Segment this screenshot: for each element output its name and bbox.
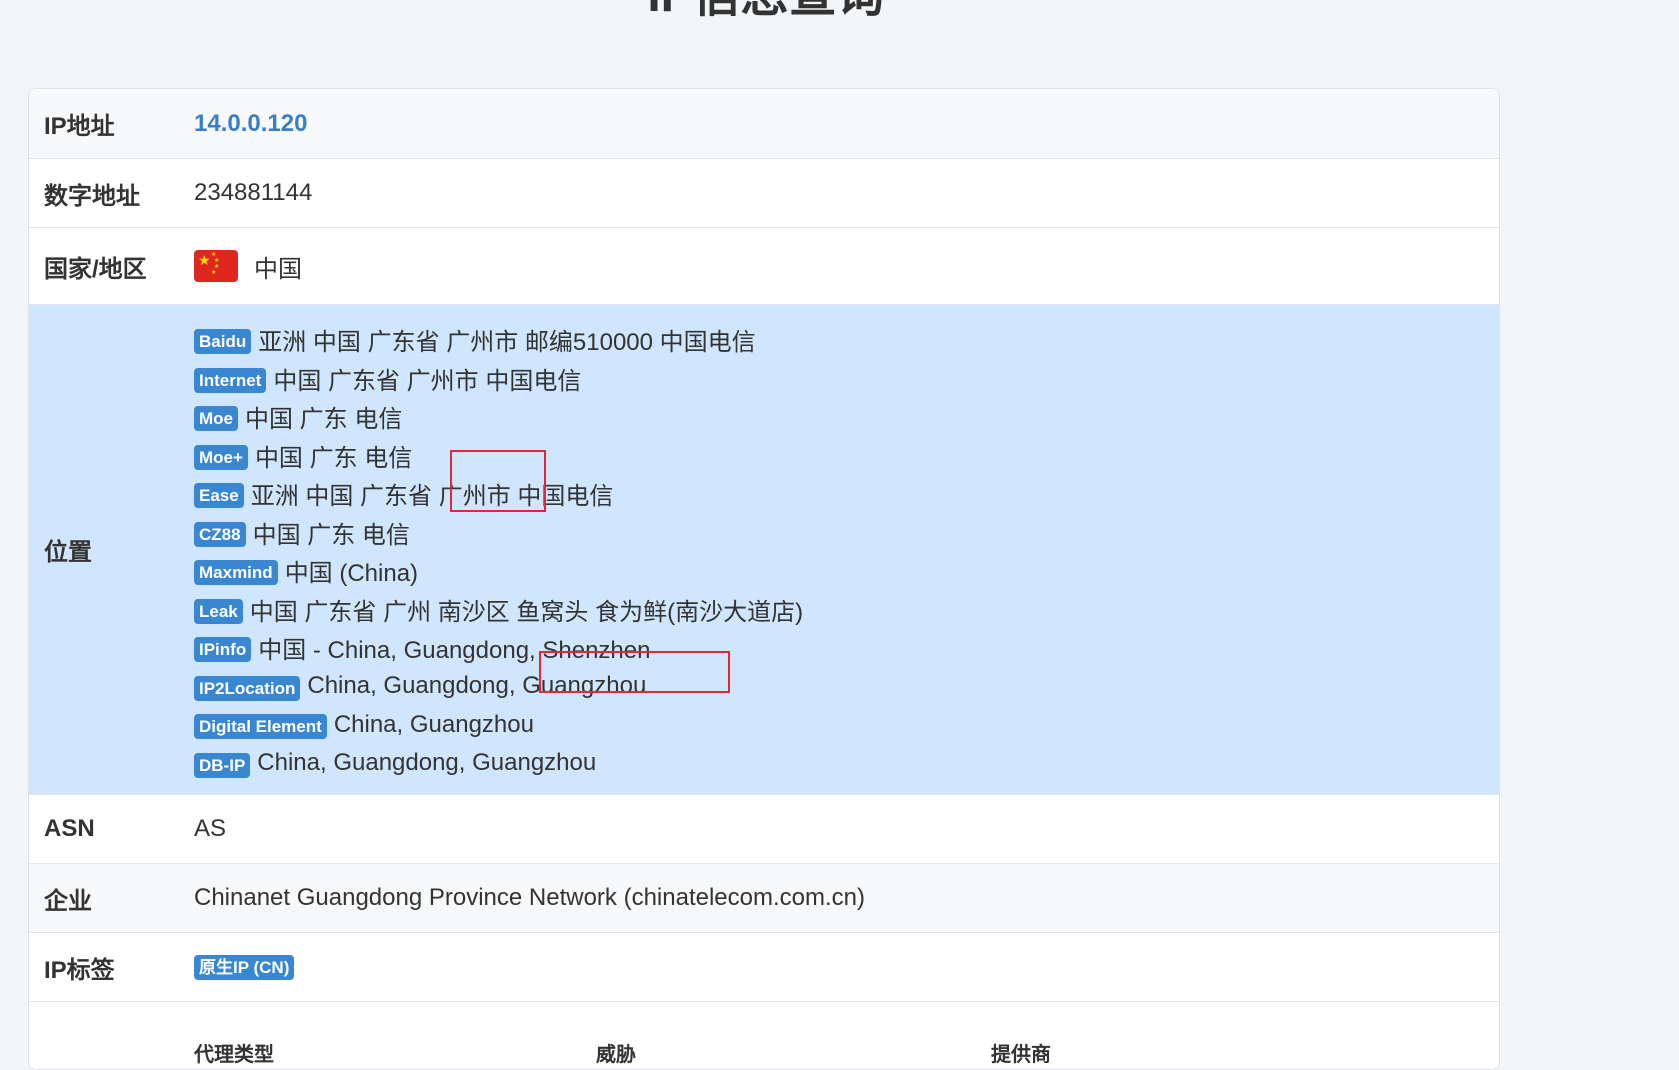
row-location: 位置 Baidu 亚洲 中国 广东省 广州市 邮编510000 中国电信 Int… [29, 305, 1499, 795]
china-flag-icon: ★ ★ ★ ★ ★ [194, 250, 238, 282]
organization-value: Chinanet Guangdong Province Network (chi… [194, 884, 866, 911]
source-badge: Digital Element [194, 714, 327, 740]
location-entry-digital-element: Digital Element China, Guangzhou [194, 706, 803, 745]
location-entry-leak: Leak 中国 广东省 广州 南沙区 鱼窝头 食为鲜(南沙大道店) [194, 590, 803, 629]
asn-label: ASN [44, 815, 95, 842]
row-country: 国家/地区 ★ ★ ★ ★ ★ 中国 [29, 228, 1499, 305]
location-text: 中国 (China) [284, 560, 419, 588]
source-badge: Moe [194, 406, 238, 432]
location-entry-internet: Internet 中国 广东省 广州市 中国电信 [194, 359, 803, 398]
location-text: China, Guangzhou [333, 710, 534, 738]
row-asn: ASN AS [29, 795, 1499, 864]
source-badge: Leak [194, 598, 243, 624]
page-title: IP信息查询 [0, 0, 1532, 26]
location-entry-moe: Moe 中国 广东 电信 [194, 398, 803, 437]
source-badge: Baidu [194, 329, 252, 355]
location-text: 亚洲 中国 广东省 广州市 中国电信 [250, 483, 614, 511]
location-text: 中国 广东 电信 [245, 406, 403, 434]
annotation-box-guangzhou-en [539, 651, 730, 693]
location-text: China, Guangdong, Guangzhou [257, 749, 597, 777]
location-entry-maxmind: Maxmind 中国 (China) [194, 552, 803, 591]
location-list: Baidu 亚洲 中国 广东省 广州市 邮编510000 中国电信 Intern… [194, 303, 803, 796]
country-label: 国家/地区 [44, 255, 147, 283]
row-ip-tags: IP标签 原生IP (CN) [29, 933, 1499, 1002]
source-badge: Internet [194, 367, 267, 393]
location-text: 中国 广东 电信 [252, 521, 410, 549]
source-badge: IPinfo [194, 637, 252, 663]
source-badge: CZ88 [194, 521, 246, 547]
source-badge: DB-IP [194, 752, 251, 778]
country-value: 中国 [254, 255, 302, 283]
row-numeric-address: 数字地址 234881144 [29, 159, 1499, 228]
ip-address-label: IP地址 [44, 113, 115, 140]
row-ip-address: IP地址 14.0.0.120 [29, 89, 1499, 159]
row-proxy-info: 代理类型 威胁 提供商 [29, 1002, 1499, 1069]
location-entry-baidu: Baidu 亚洲 中国 广东省 广州市 邮编510000 中国电信 [194, 321, 803, 360]
source-badge: Ease [194, 483, 244, 509]
native-ip-badge: 原生IP (CN) [194, 954, 295, 980]
row-organization: 企业 Chinanet Guangdong Province Network (… [29, 864, 1499, 933]
source-badge: Moe+ [194, 444, 248, 470]
organization-label: 企业 [44, 887, 92, 915]
location-text: 中国 广东省 广州市 中国电信 [273, 367, 582, 395]
provider-header: 提供商 [991, 1044, 1051, 1066]
source-badge: Maxmind [194, 560, 278, 586]
ip-info-table: IP地址 14.0.0.120 数字地址 234881144 国家/地区 ★ ★… [28, 88, 1500, 1070]
location-text: 中国 广东 电信 [254, 444, 413, 472]
ip-tags-label: IP标签 [44, 956, 115, 984]
ip-address-link[interactable]: 14.0.0.120 [194, 110, 307, 138]
location-label: 位置 [44, 539, 92, 566]
asn-value[interactable]: AS [194, 815, 226, 843]
annotation-box-guangzhou-cn [450, 450, 546, 512]
location-entry-db-ip: DB-IP China, Guangdong, Guangzhou [194, 744, 803, 783]
numeric-address-label: 数字地址 [44, 182, 140, 210]
numeric-address-value: 234881144 [194, 179, 313, 206]
threat-header: 威胁 [596, 1044, 636, 1066]
proxy-type-header: 代理类型 [194, 1044, 274, 1066]
source-badge: IP2Location [194, 675, 301, 701]
location-entry-cz88: CZ88 中国 广东 电信 [194, 513, 803, 552]
location-text: 中国 广东省 广州 南沙区 鱼窝头 食为鲜(南沙大道店) [249, 598, 804, 626]
location-text: 亚洲 中国 广东省 广州市 邮编510000 中国电信 [258, 329, 756, 357]
